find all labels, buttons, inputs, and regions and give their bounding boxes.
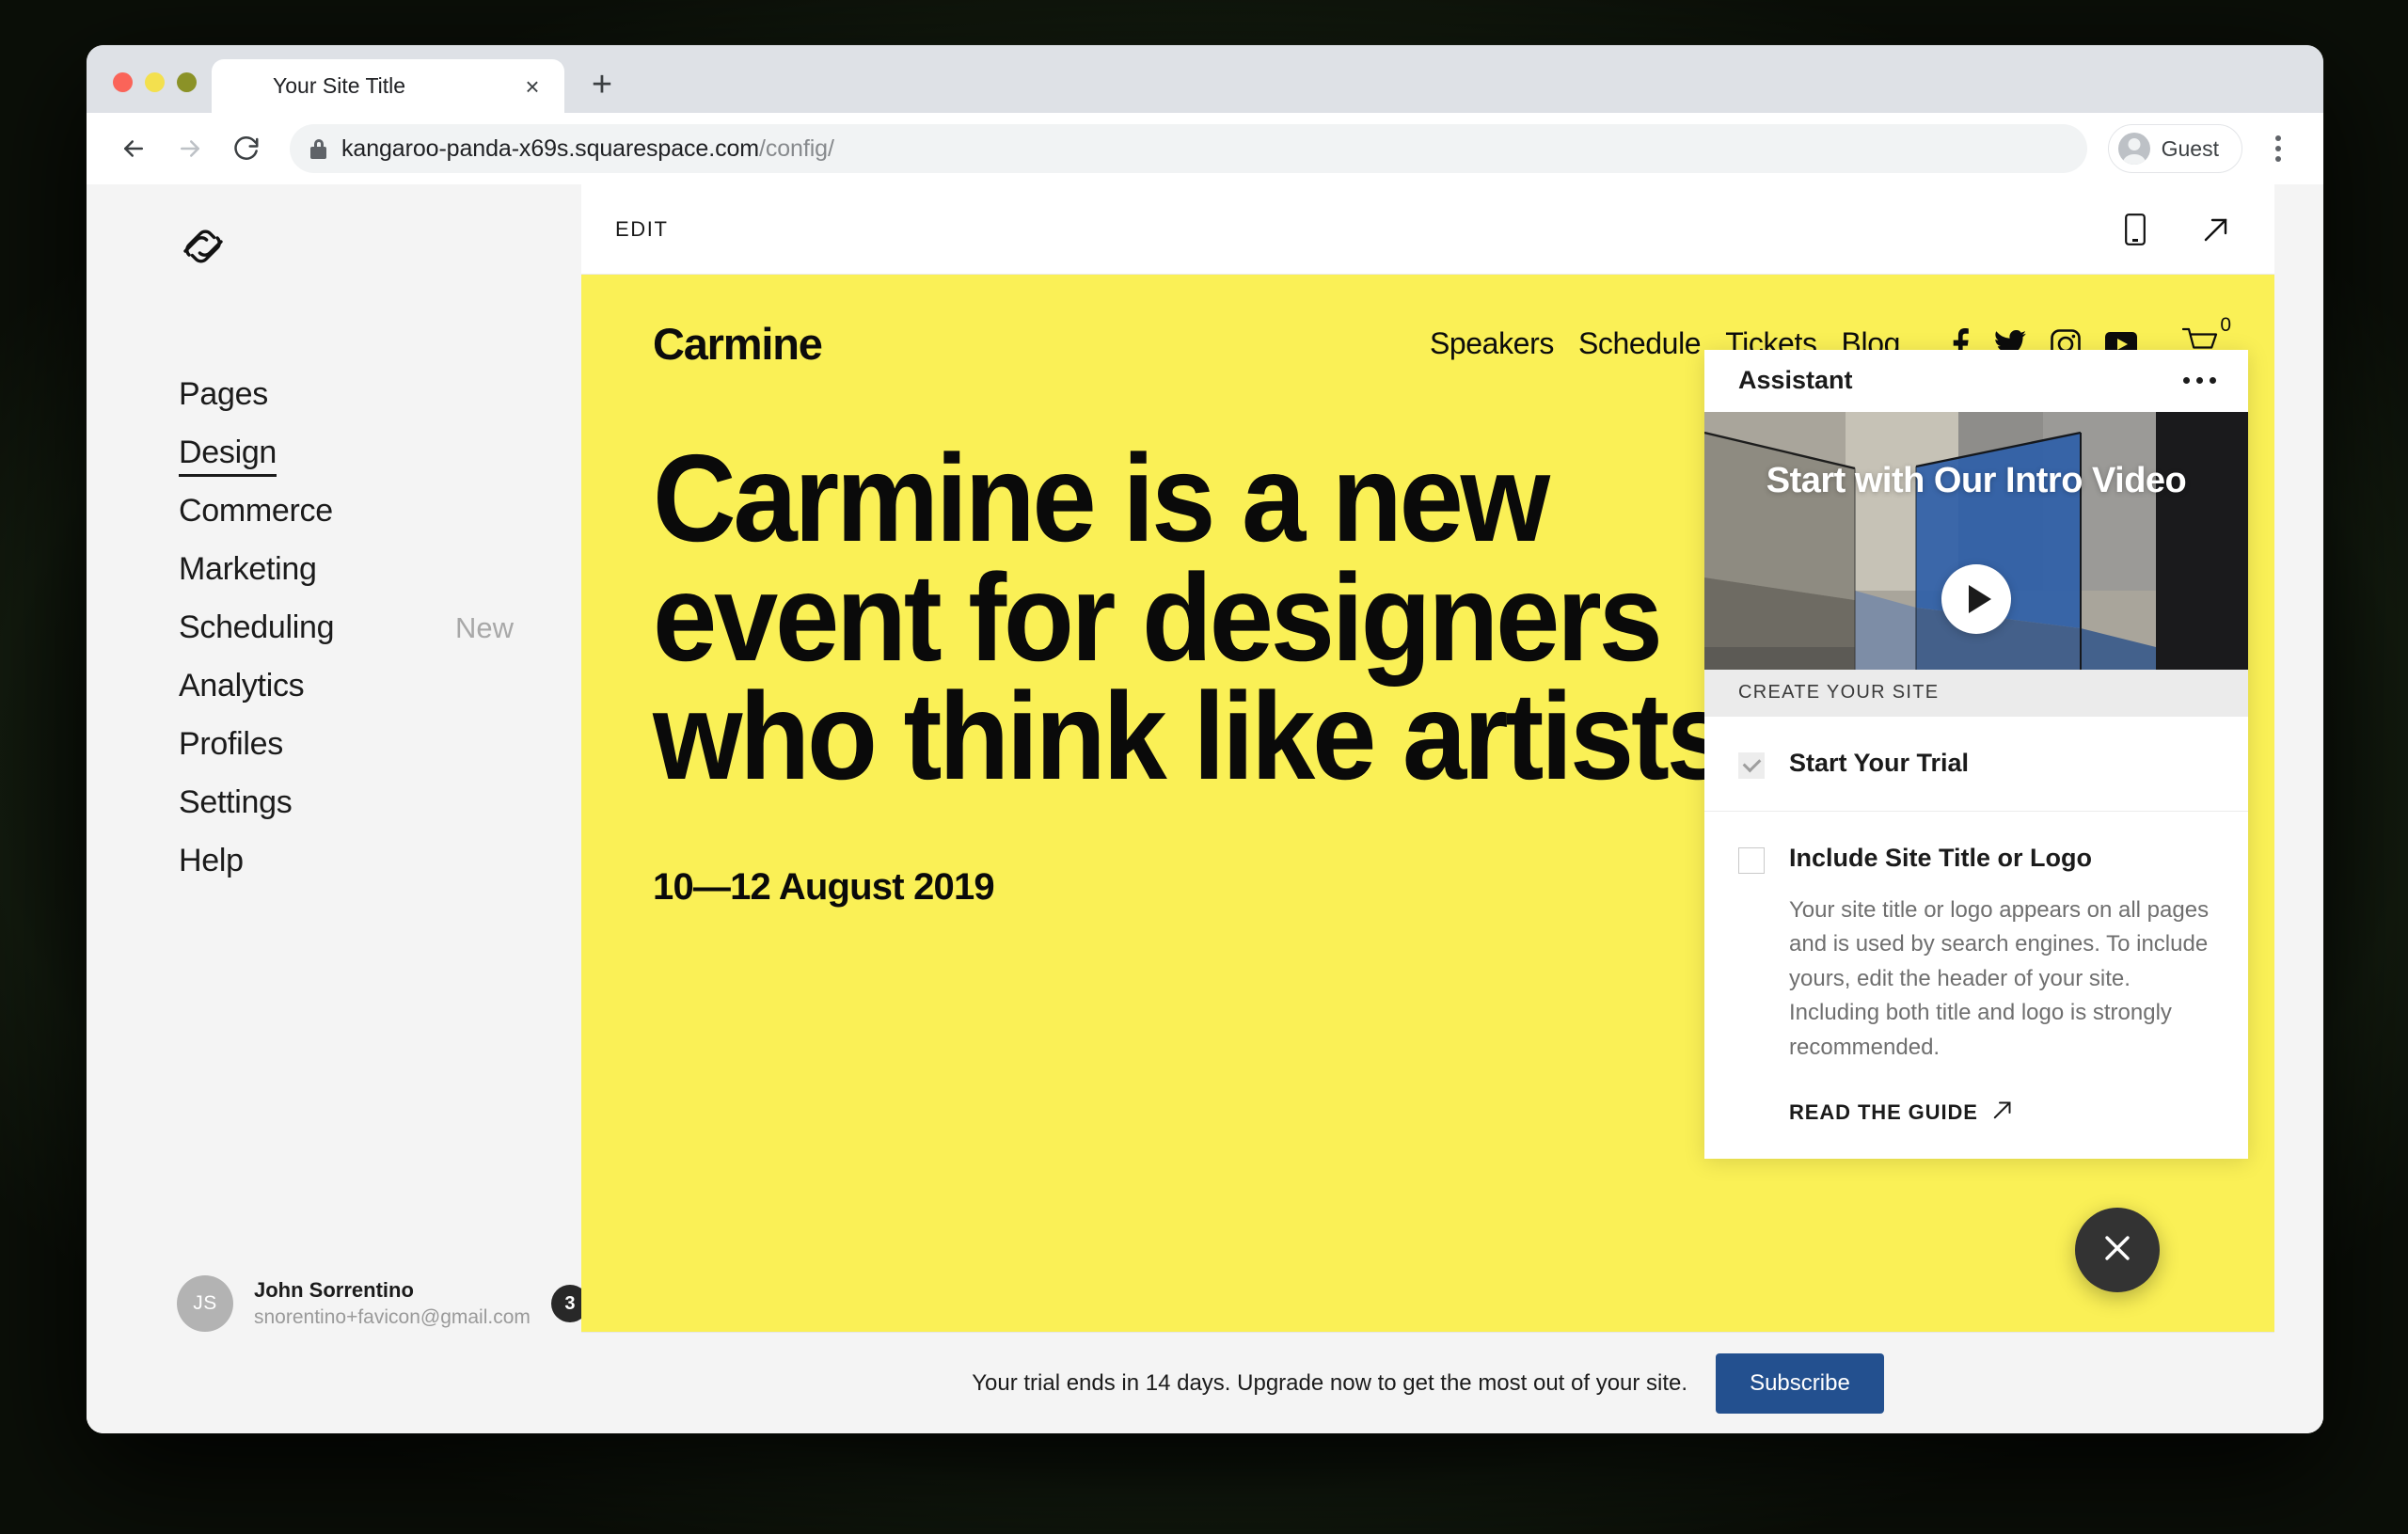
address-bar[interactable]: kangaroo-panda-x69s.squarespace.com/conf… xyxy=(290,124,2087,173)
squarespace-app: Pages Design Commerce Marketing Scheduli… xyxy=(87,184,2323,1433)
assistant-header: Assistant xyxy=(1704,350,2248,412)
user-email: snorentino+favicon@gmail.com xyxy=(254,1305,531,1328)
task-body: Start Your Trial xyxy=(1789,749,2214,779)
profile-label: Guest xyxy=(2161,135,2219,161)
ellipsis-icon[interactable] xyxy=(2183,377,2216,385)
play-icon[interactable] xyxy=(1941,563,2011,634)
close-window-button[interactable] xyxy=(113,72,133,92)
sidebar-item-analytics[interactable]: Analytics xyxy=(87,668,581,726)
squarespace-logo[interactable] xyxy=(179,222,228,271)
sidebar-item-help[interactable]: Help xyxy=(87,843,581,901)
reload-icon[interactable] xyxy=(220,122,273,175)
sidebar-item-marketing[interactable]: Marketing xyxy=(87,551,581,609)
cart-count: 0 xyxy=(2220,313,2231,336)
site-logo[interactable]: Carmine xyxy=(653,318,823,370)
hero-headline: Carmine is a new event for designers who… xyxy=(653,429,1731,806)
sidebar-item-label: Marketing xyxy=(179,551,317,587)
task-checkbox[interactable] xyxy=(1738,751,1765,779)
close-icon xyxy=(2099,1230,2135,1271)
close-assistant-button[interactable] xyxy=(2075,1208,2160,1292)
sidebar-item-label: Scheduling xyxy=(179,609,335,645)
task-body: Include Site Title or Logo Your site tit… xyxy=(1789,844,2214,1127)
mobile-device-icon[interactable] xyxy=(2116,209,2154,250)
arrow-right-icon[interactable] xyxy=(164,122,216,175)
task-title: Start Your Trial xyxy=(1789,748,1970,777)
lock-icon xyxy=(310,138,326,159)
cube-favicon xyxy=(232,73,258,99)
sidebar-item-label: Help xyxy=(179,843,244,878)
user-meta: John Sorrentino snorentino+favicon@gmail… xyxy=(254,1276,531,1331)
task-title: Include Site Title or Logo xyxy=(1789,843,2093,872)
trial-message: Your trial ends in 14 days. Upgrade now … xyxy=(972,1369,1688,1396)
person-icon xyxy=(2117,133,2150,165)
video-title: Start with Our Intro Video xyxy=(1766,460,2187,500)
browser-toolbar: kangaroo-panda-x69s.squarespace.com/conf… xyxy=(87,113,2323,184)
task-description: Your site title or logo appears on all p… xyxy=(1789,896,2210,1060)
close-icon[interactable]: × xyxy=(519,73,546,100)
site-nav-schedule[interactable]: Schedule xyxy=(1578,326,1702,361)
maximize-window-button[interactable] xyxy=(177,72,197,92)
url-domain: kangaroo-panda-x69s.squarespace.com xyxy=(341,134,759,162)
address-bar-url: kangaroo-panda-x69s.squarespace.com/conf… xyxy=(341,135,834,163)
site-preview-pane: EDIT Carmine Speakers Schedule Tickets B… xyxy=(581,184,2323,1433)
sidebar-item-commerce[interactable]: Commerce xyxy=(87,493,581,551)
edit-toolbar-actions xyxy=(2116,209,2235,250)
sidebar: Pages Design Commerce Marketing Scheduli… xyxy=(87,184,589,1433)
browser-tabstrip: Your Site Title × + xyxy=(87,45,2323,113)
minimize-window-button[interactable] xyxy=(145,72,165,92)
sidebar-item-settings[interactable]: Settings xyxy=(87,784,581,843)
trial-banner: Your trial ends in 14 days. Upgrade now … xyxy=(581,1332,2274,1433)
external-link-icon xyxy=(1991,1099,2014,1127)
read-the-guide-label: READ THE GUIDE xyxy=(1789,1100,1978,1124)
assistant-title: Assistant xyxy=(1738,366,1853,395)
edit-button[interactable]: EDIT xyxy=(615,217,669,242)
sidebar-item-label: Commerce xyxy=(179,493,333,529)
sidebar-item-design[interactable]: Design xyxy=(87,435,581,493)
sidebar-item-label: Settings xyxy=(179,784,293,820)
url-path: /config/ xyxy=(759,134,834,162)
task-checkbox[interactable] xyxy=(1738,846,1765,874)
avatar: JS xyxy=(177,1275,233,1332)
assistant-task-start-trial[interactable]: Start Your Trial xyxy=(1704,717,2248,812)
assistant-video-thumbnail[interactable]: Start with Our Intro Video xyxy=(1704,411,2248,670)
user-name: John Sorrentino xyxy=(254,1277,414,1302)
sidebar-item-label: Design xyxy=(179,435,277,477)
edit-toolbar: EDIT xyxy=(581,184,2274,275)
browser-tab[interactable]: Your Site Title × xyxy=(212,59,564,113)
subscribe-button[interactable]: Subscribe xyxy=(1716,1352,1884,1414)
sidebar-item-label: Pages xyxy=(179,376,268,412)
read-the-guide-link[interactable]: READ THE GUIDE xyxy=(1789,1099,2214,1127)
arrow-left-icon[interactable] xyxy=(107,122,160,175)
profile-chip[interactable]: Guest xyxy=(2107,124,2242,173)
external-link-icon[interactable] xyxy=(2197,209,2235,250)
sidebar-item-profiles[interactable]: Profiles xyxy=(87,726,581,784)
sidebar-item-badge: New xyxy=(454,611,514,644)
sidebar-nav: Pages Design Commerce Marketing Scheduli… xyxy=(87,376,581,901)
assistant-section-label: CREATE YOUR SITE xyxy=(1704,669,2248,717)
site-canvas: Carmine Speakers Schedule Tickets Blog 0… xyxy=(581,275,2274,1332)
sidebar-item-scheduling[interactable]: Scheduling New xyxy=(87,609,581,668)
window-traffic-lights xyxy=(107,72,212,113)
tab-title: Your Site Title xyxy=(273,73,406,98)
sidebar-item-label: Analytics xyxy=(179,668,305,704)
sidebar-item-pages[interactable]: Pages xyxy=(87,376,581,435)
browser-window: Your Site Title × + kangaroo-panda-x69s.… xyxy=(87,45,2323,1433)
assistant-panel: Assistant Start with Our Intro Video CRE… xyxy=(1704,350,2248,1159)
sidebar-user-card[interactable]: JS John Sorrentino snorentino+favicon@gm… xyxy=(87,1275,589,1332)
new-tab-button[interactable]: + xyxy=(578,60,626,109)
site-nav-speakers[interactable]: Speakers xyxy=(1430,326,1554,361)
assistant-task-site-title[interactable]: Include Site Title or Logo Your site tit… xyxy=(1704,812,2248,1159)
sidebar-item-label: Profiles xyxy=(179,726,283,762)
kebab-menu-icon[interactable] xyxy=(2258,122,2299,175)
